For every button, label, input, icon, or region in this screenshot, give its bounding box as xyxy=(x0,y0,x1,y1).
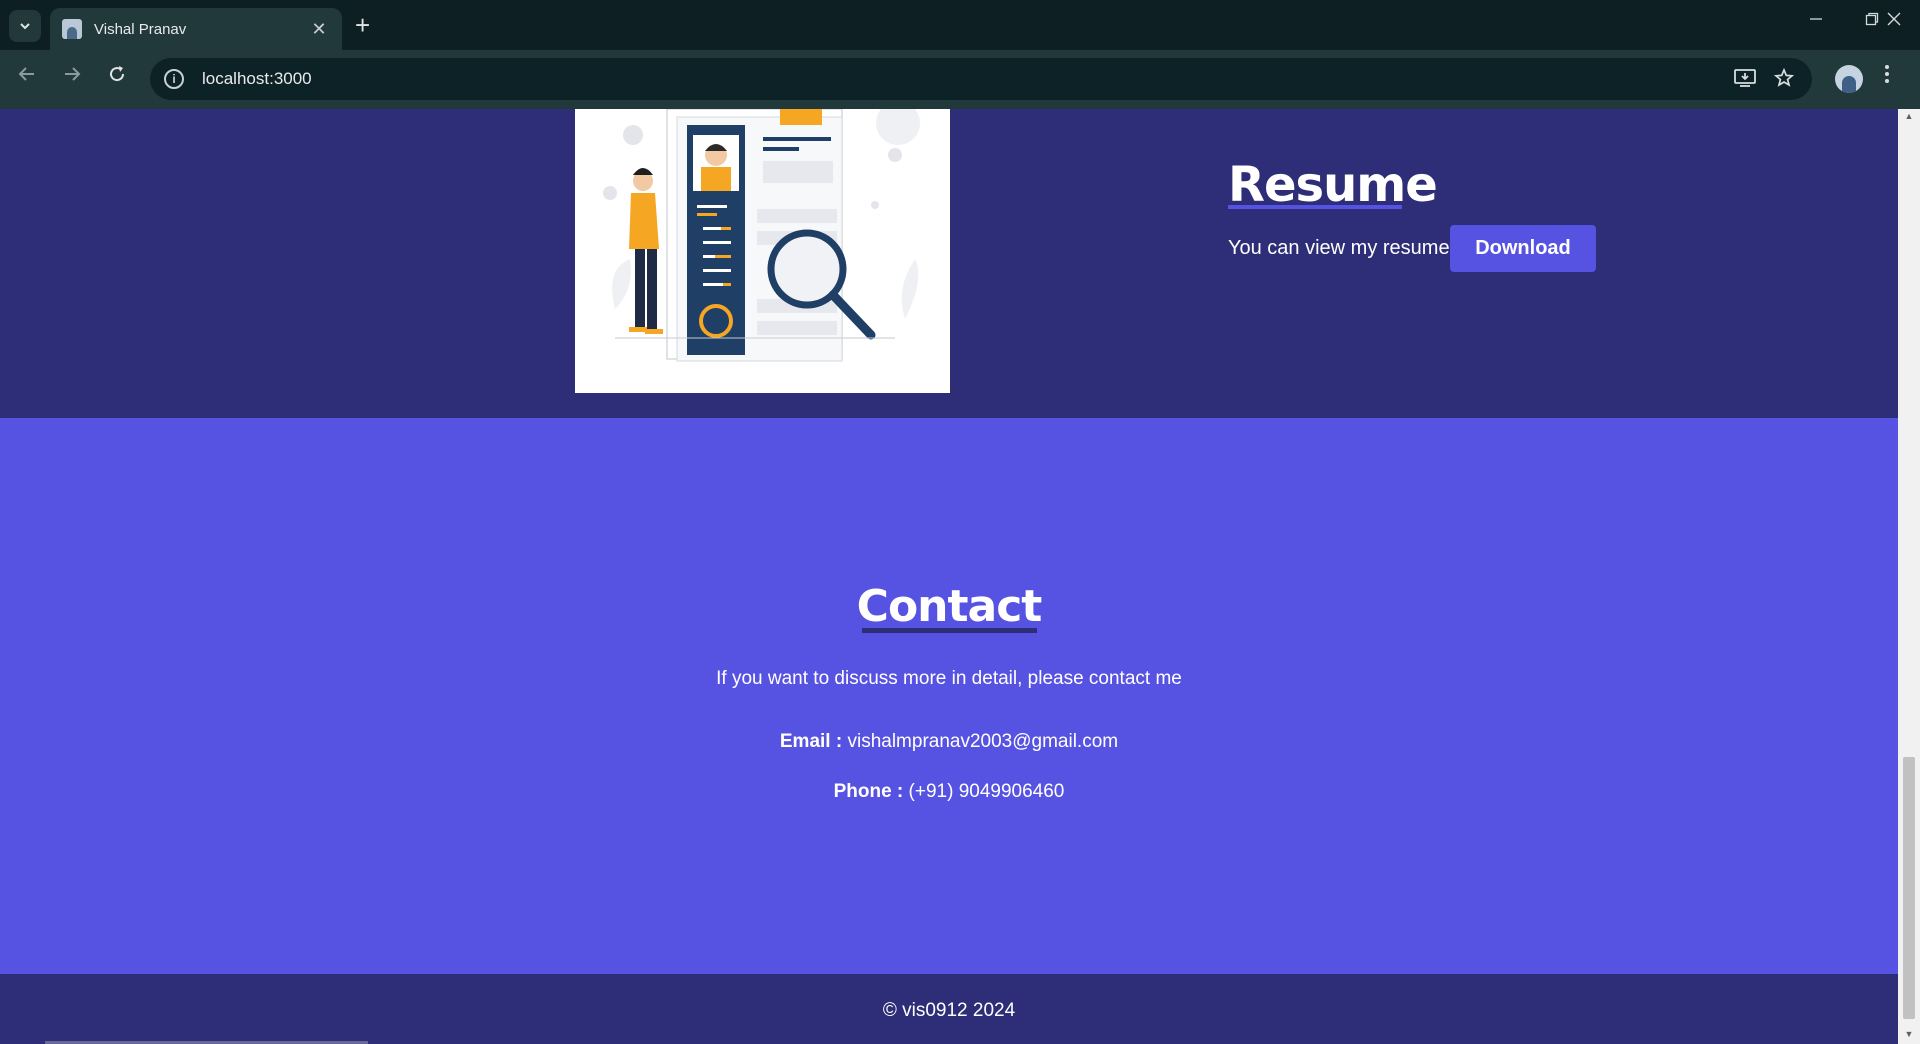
vertical-scrollbar[interactable]: ▲ ▼ xyxy=(1898,109,1920,1044)
tab-title: Vishal Pranav xyxy=(94,20,187,38)
contact-email-row: Email : vishalmpranav2003@gmail.com xyxy=(0,731,1898,753)
profile-avatar[interactable] xyxy=(1835,65,1863,93)
browser-toolbar: i localhost:3000 xyxy=(0,50,1920,109)
contact-section: Contact If you want to discuss more in d… xyxy=(0,418,1898,974)
site-info-icon[interactable]: i xyxy=(164,69,184,89)
browser-tab[interactable]: Vishal Pranav ✕ xyxy=(50,8,342,50)
download-resume-button[interactable]: Download xyxy=(1450,225,1596,272)
browser-titlebar: Vishal Pranav ✕ + xyxy=(0,0,1920,50)
phone-value[interactable]: (+91) 9049906460 xyxy=(909,781,1065,802)
resume-illustration xyxy=(575,109,950,393)
address-bar[interactable]: i localhost:3000 xyxy=(150,58,1812,100)
footer-copyright: © vis0912 2024 xyxy=(882,1000,1016,1021)
page-viewport: Resume You can view my resume Download C… xyxy=(0,109,1898,1044)
phone-label: Phone : xyxy=(833,781,904,802)
browser-menu-icon[interactable] xyxy=(1884,64,1890,90)
favicon-icon xyxy=(62,19,82,39)
email-value[interactable]: vishalmpranav2003@gmail.com xyxy=(847,731,1118,752)
contact-heading: Contact xyxy=(856,581,1043,632)
resume-heading-underline xyxy=(1228,205,1402,209)
url-text: localhost:3000 xyxy=(202,69,312,88)
bookmark-star-icon[interactable] xyxy=(1773,67,1795,94)
resume-description: You can view my resume xyxy=(1228,237,1450,259)
new-tab-button[interactable]: + xyxy=(355,12,370,38)
tab-search-button[interactable] xyxy=(9,10,41,42)
scrollbar-thumb[interactable] xyxy=(1903,757,1915,1019)
window-close-icon[interactable] xyxy=(1872,10,1916,31)
chevron-down-icon xyxy=(20,23,30,30)
reload-icon[interactable] xyxy=(102,64,132,90)
page-footer: © vis0912 2024 xyxy=(0,974,1898,1044)
install-app-icon[interactable] xyxy=(1734,68,1756,94)
minimize-icon[interactable] xyxy=(1796,10,1836,31)
email-label: Email : xyxy=(779,731,843,752)
contact-heading-underline xyxy=(862,628,1037,633)
back-icon[interactable] xyxy=(12,64,42,90)
contact-phone-row: Phone : (+91) 9049906460 xyxy=(0,781,1898,803)
scroll-up-icon[interactable]: ▲ xyxy=(1903,111,1915,121)
resume-section: Resume You can view my resume Download xyxy=(0,109,1898,418)
scroll-down-icon[interactable]: ▼ xyxy=(1903,1029,1915,1039)
contact-description: If you want to discuss more in detail, p… xyxy=(716,668,1182,689)
tab-close-icon[interactable]: ✕ xyxy=(308,19,330,40)
forward-icon[interactable] xyxy=(57,64,87,90)
